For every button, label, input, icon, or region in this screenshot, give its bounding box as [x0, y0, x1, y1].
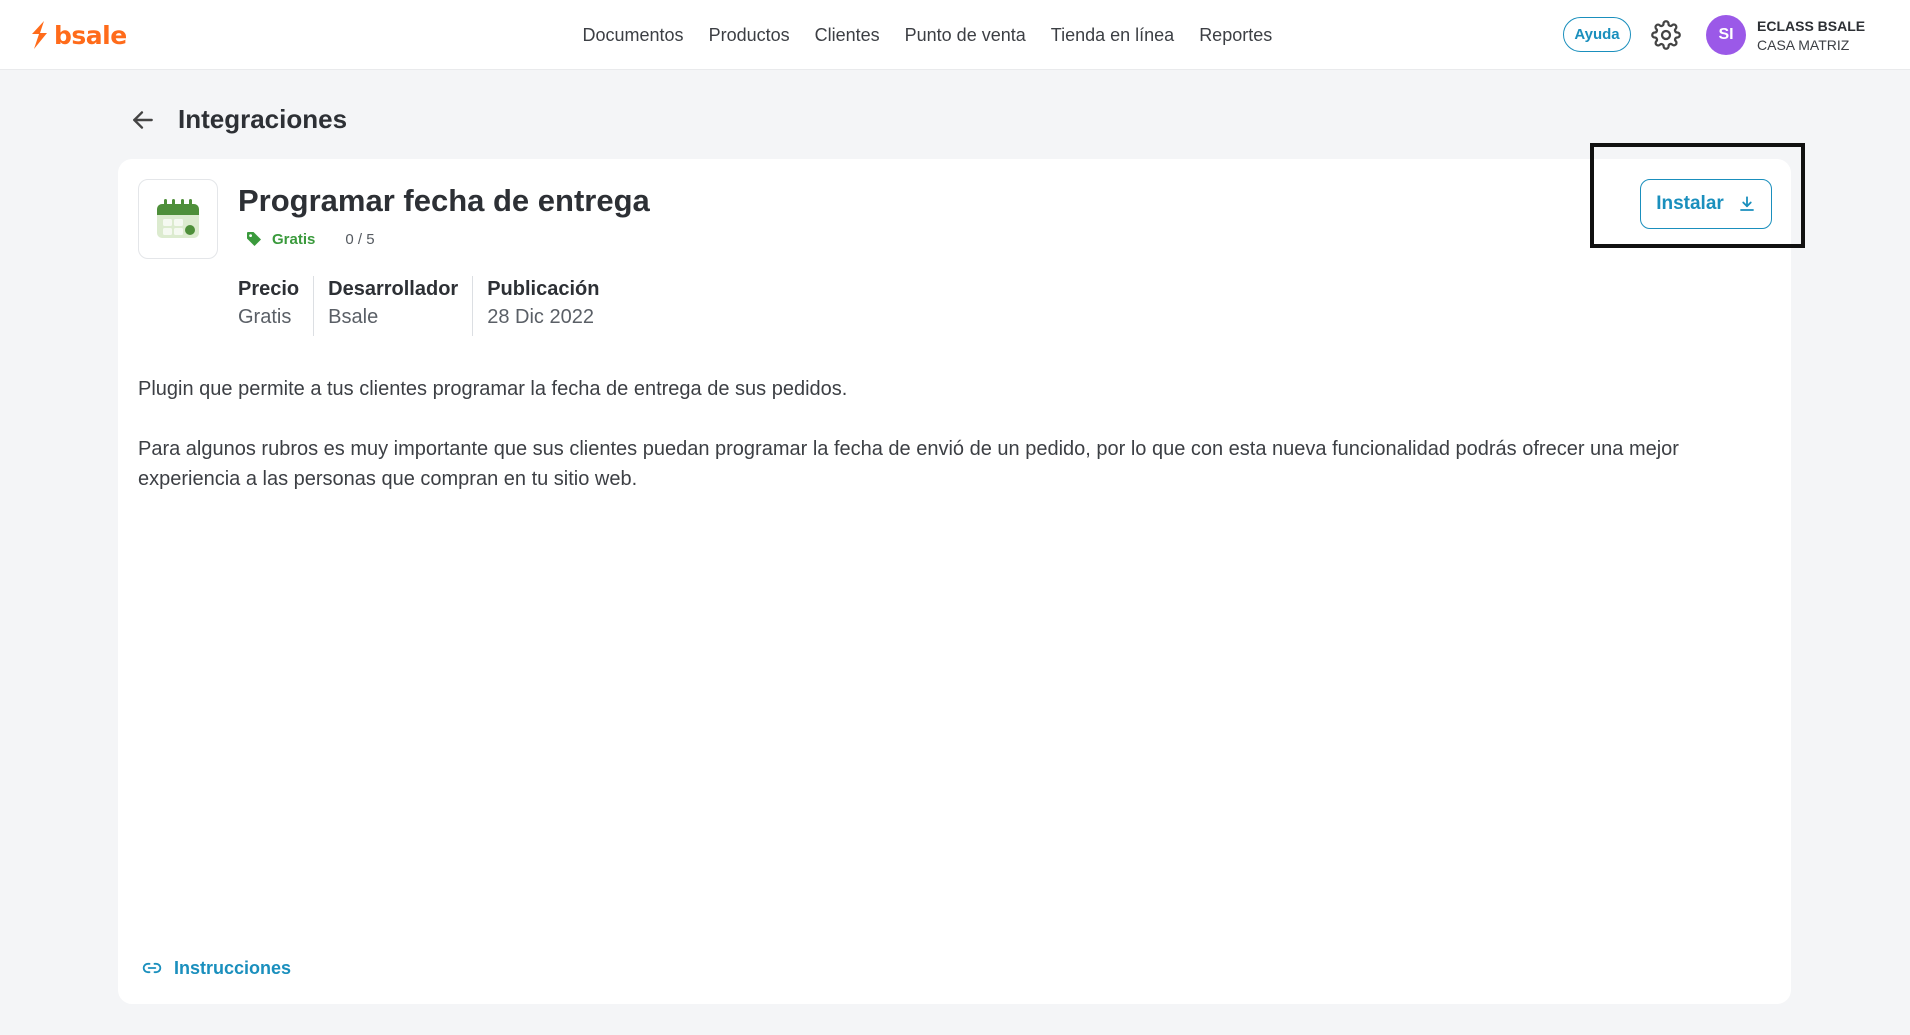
- info-publication: Publicación 28 Dic 2022: [472, 276, 613, 336]
- info-value: 28 Dic 2022: [487, 306, 594, 328]
- info-value: Gratis: [238, 306, 292, 328]
- account-info[interactable]: ECLASS BSALE CASA MATRIZ: [1757, 17, 1865, 55]
- nav-item-reportes[interactable]: Reportes: [1187, 25, 1285, 46]
- description-paragraph: Plugin que permite a tus clientes progra…: [138, 378, 848, 400]
- top-navbar: bsale Documentos Productos Clientes Punt…: [0, 0, 1910, 70]
- info-head: Precio: [238, 278, 300, 300]
- brand-name: bsale: [54, 20, 127, 50]
- info-developer: Desarrollador Bsale: [313, 276, 472, 336]
- app-meta: Gratis 0 / 5: [246, 228, 375, 250]
- description-paragraph: Para algunos rubros es muy importante qu…: [138, 438, 1679, 490]
- page-title: Integraciones: [178, 104, 348, 134]
- price-tag: Gratis: [272, 230, 316, 248]
- app-title: Programar fecha de entrega: [238, 183, 650, 218]
- instructions-label: Instrucciones: [174, 957, 292, 978]
- nav-item-punto-de-venta[interactable]: Punto de venta: [892, 25, 1038, 46]
- integration-card: Programar fecha de entrega Gratis 0 / 5 …: [118, 159, 1791, 1004]
- bsale-logo[interactable]: bsale: [28, 18, 127, 52]
- install-label: Instalar: [1656, 193, 1724, 214]
- nav-item-clientes[interactable]: Clientes: [802, 25, 892, 46]
- nav-item-documentos[interactable]: Documentos: [570, 25, 696, 46]
- download-icon: [1739, 196, 1754, 211]
- nav-item-productos[interactable]: Productos: [696, 25, 802, 46]
- link-icon: [142, 962, 162, 974]
- account-branch: CASA MATRIZ: [1757, 37, 1850, 53]
- account-name: ECLASS BSALE: [1757, 18, 1866, 34]
- help-button[interactable]: Ayuda: [1563, 17, 1631, 52]
- app-description: Plugin que permite a tus clientes progra…: [138, 374, 1778, 524]
- info-value: Bsale: [328, 306, 379, 328]
- gear-icon[interactable]: [1651, 20, 1681, 50]
- arrow-left-icon[interactable]: [130, 107, 156, 133]
- main-nav: Documentos Productos Clientes Punto de v…: [570, 0, 1285, 70]
- avatar[interactable]: SI: [1706, 15, 1746, 55]
- nav-item-tienda-en-linea[interactable]: Tienda en línea: [1038, 25, 1186, 46]
- info-head: Desarrollador: [328, 278, 459, 300]
- calendar-icon: [157, 199, 199, 238]
- info-price: Precio Gratis: [238, 276, 313, 336]
- app-icon-box: [138, 179, 218, 259]
- install-button[interactable]: Instalar: [1640, 179, 1772, 229]
- bsale-logo-icon: [32, 21, 47, 49]
- rating: 0 / 5: [345, 230, 375, 248]
- instructions-link[interactable]: Instrucciones: [142, 956, 291, 980]
- app-info-row: Precio Gratis Desarrollador Bsale Public…: [238, 276, 613, 336]
- tag-icon: [247, 232, 261, 246]
- info-head: Publicación: [487, 278, 600, 300]
